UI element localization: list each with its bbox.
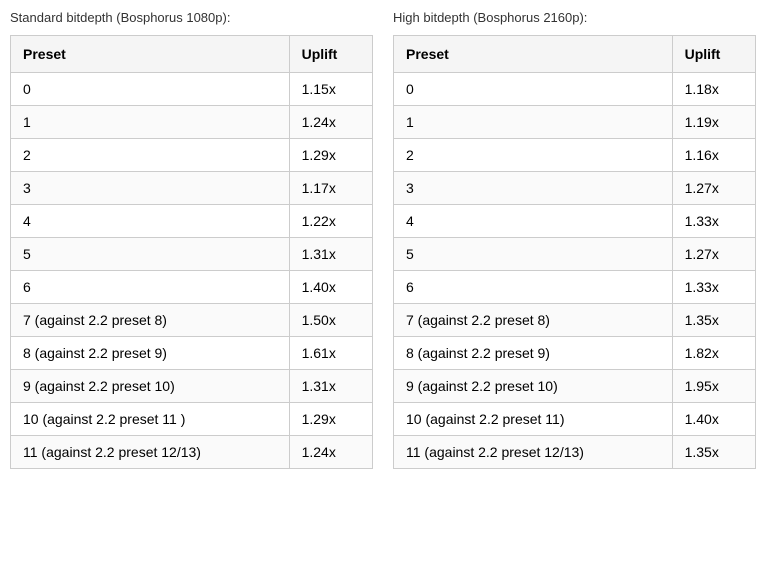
uplift-cell: 1.24x [289,436,372,469]
uplift-cell: 1.40x [289,271,372,304]
table-row: 11 (against 2.2 preset 12/13)1.35x [394,436,756,469]
right-table-title: High bitdepth (Bosphorus 2160p): [393,10,756,25]
table-row: 41.22x [11,205,373,238]
uplift-cell: 1.27x [672,172,755,205]
uplift-cell: 1.31x [289,238,372,271]
preset-cell: 7 (against 2.2 preset 8) [394,304,673,337]
preset-cell: 6 [11,271,290,304]
preset-cell: 4 [394,205,673,238]
left-uplift-header: Uplift [289,36,372,73]
table-row: 11.24x [11,106,373,139]
preset-cell: 8 (against 2.2 preset 9) [11,337,290,370]
left-table: Preset Uplift 01.15x11.24x21.29x31.17x41… [10,35,373,469]
preset-cell: 1 [11,106,290,139]
table-row: 41.33x [394,205,756,238]
preset-cell: 10 (against 2.2 preset 11) [394,403,673,436]
left-table-body: 01.15x11.24x21.29x31.17x41.22x51.31x61.4… [11,73,373,469]
table-row: 11 (against 2.2 preset 12/13)1.24x [11,436,373,469]
right-preset-header: Preset [394,36,673,73]
table-row: 61.33x [394,271,756,304]
table-row: 7 (against 2.2 preset 8)1.35x [394,304,756,337]
uplift-cell: 1.33x [672,205,755,238]
table-row: 7 (against 2.2 preset 8)1.50x [11,304,373,337]
table-row: 10 (against 2.2 preset 11)1.40x [394,403,756,436]
table-row: 01.15x [11,73,373,106]
uplift-cell: 1.15x [289,73,372,106]
table-row: 9 (against 2.2 preset 10)1.31x [11,370,373,403]
uplift-cell: 1.35x [672,304,755,337]
left-table-title: Standard bitdepth (Bosphorus 1080p): [10,10,373,25]
preset-cell: 4 [11,205,290,238]
left-preset-header: Preset [11,36,290,73]
preset-cell: 9 (against 2.2 preset 10) [394,370,673,403]
right-table-body: 01.18x11.19x21.16x31.27x41.33x51.27x61.3… [394,73,756,469]
uplift-cell: 1.19x [672,106,755,139]
table-row: 31.17x [11,172,373,205]
uplift-cell: 1.29x [289,139,372,172]
right-table: Preset Uplift 01.18x11.19x21.16x31.27x41… [393,35,756,469]
uplift-cell: 1.50x [289,304,372,337]
page-container: Standard bitdepth (Bosphorus 1080p): Pre… [10,10,756,469]
table-row: 10 (against 2.2 preset 11 )1.29x [11,403,373,436]
uplift-cell: 1.29x [289,403,372,436]
table-row: 31.27x [394,172,756,205]
table-row: 8 (against 2.2 preset 9)1.82x [394,337,756,370]
table-row: 8 (against 2.2 preset 9)1.61x [11,337,373,370]
preset-cell: 0 [394,73,673,106]
preset-cell: 6 [394,271,673,304]
uplift-cell: 1.82x [672,337,755,370]
uplift-cell: 1.22x [289,205,372,238]
left-table-section: Standard bitdepth (Bosphorus 1080p): Pre… [10,10,373,469]
table-row: 01.18x [394,73,756,106]
uplift-cell: 1.24x [289,106,372,139]
uplift-cell: 1.17x [289,172,372,205]
left-table-header-row: Preset Uplift [11,36,373,73]
table-row: 61.40x [11,271,373,304]
uplift-cell: 1.31x [289,370,372,403]
preset-cell: 11 (against 2.2 preset 12/13) [11,436,290,469]
table-row: 21.29x [11,139,373,172]
preset-cell: 3 [11,172,290,205]
uplift-cell: 1.61x [289,337,372,370]
preset-cell: 3 [394,172,673,205]
table-row: 51.31x [11,238,373,271]
uplift-cell: 1.40x [672,403,755,436]
table-row: 11.19x [394,106,756,139]
preset-cell: 9 (against 2.2 preset 10) [11,370,290,403]
preset-cell: 2 [394,139,673,172]
preset-cell: 1 [394,106,673,139]
preset-cell: 10 (against 2.2 preset 11 ) [11,403,290,436]
right-uplift-header: Uplift [672,36,755,73]
preset-cell: 5 [394,238,673,271]
uplift-cell: 1.95x [672,370,755,403]
table-row: 51.27x [394,238,756,271]
preset-cell: 2 [11,139,290,172]
preset-cell: 0 [11,73,290,106]
preset-cell: 5 [11,238,290,271]
right-table-section: High bitdepth (Bosphorus 2160p): Preset … [393,10,756,469]
table-row: 9 (against 2.2 preset 10)1.95x [394,370,756,403]
right-table-header-row: Preset Uplift [394,36,756,73]
uplift-cell: 1.33x [672,271,755,304]
table-row: 21.16x [394,139,756,172]
preset-cell: 7 (against 2.2 preset 8) [11,304,290,337]
uplift-cell: 1.27x [672,238,755,271]
preset-cell: 11 (against 2.2 preset 12/13) [394,436,673,469]
uplift-cell: 1.35x [672,436,755,469]
uplift-cell: 1.18x [672,73,755,106]
preset-cell: 8 (against 2.2 preset 9) [394,337,673,370]
uplift-cell: 1.16x [672,139,755,172]
